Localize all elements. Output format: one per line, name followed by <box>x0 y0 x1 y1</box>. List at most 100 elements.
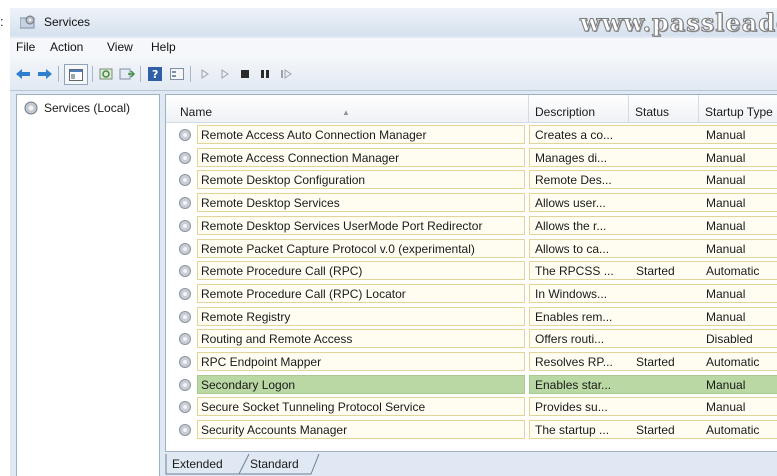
svg-text:?: ? <box>152 68 158 81</box>
service-name: Remote Registry <box>197 306 525 326</box>
column-header-startup-type[interactable]: Startup Type <box>699 95 777 123</box>
service-name: Remote Desktop Configuration <box>197 170 525 190</box>
service-name: Remote Procedure Call (RPC) <box>197 261 525 281</box>
start-service-alt-icon[interactable] <box>218 65 232 83</box>
service-row[interactable]: Remote Procedure Call (RPC) Locator In Wi… <box>166 283 777 305</box>
service-name: Security Accounts Manager <box>197 420 525 440</box>
service-gear-icon <box>179 151 191 164</box>
service-name: Secure Socket Tunneling Protocol Service <box>197 397 525 417</box>
forward-arrow-icon[interactable] <box>36 65 54 83</box>
service-description: Resolves RP... <box>535 355 613 369</box>
service-gear-icon <box>179 242 191 255</box>
service-startup-type: Manual <box>706 128 746 142</box>
help-icon[interactable]: ? <box>146 65 164 83</box>
service-row[interactable]: Secure Socket Tunneling Protocol Service… <box>166 396 777 418</box>
service-row[interactable]: Remote Desktop Services UserMode Port Re… <box>166 215 777 237</box>
menu-view[interactable]: View <box>107 40 133 54</box>
service-description: In Windows... <box>535 286 608 301</box>
column-header-description[interactable]: Description <box>529 95 629 123</box>
back-arrow-icon[interactable] <box>14 65 32 83</box>
service-startup-type: Manual <box>706 196 746 211</box>
service-name: Remote Procedure Call (RPC) Locator <box>197 283 525 303</box>
service-startup-type: Manual <box>706 218 746 233</box>
restart-service-icon[interactable] <box>278 65 294 83</box>
service-name: Remote Desktop Services <box>197 193 525 213</box>
menu-help[interactable]: Help <box>151 40 176 54</box>
toolbar: ? <box>10 58 777 91</box>
service-description: Allows user... <box>535 196 606 211</box>
service-startup-type: Manual <box>706 241 746 256</box>
toolbar-separator <box>58 66 59 82</box>
services-list: Name ▲ Description Status Startup Type R… <box>165 94 777 452</box>
service-startup-type: Manual <box>706 400 746 415</box>
service-startup-type: Automatic <box>706 423 760 438</box>
refresh-icon[interactable] <box>97 65 115 83</box>
service-gear-icon <box>179 174 191 187</box>
service-description: The RPCSS ... <box>535 264 614 279</box>
tab-extended[interactable]: Extended <box>172 454 223 474</box>
start-service-icon[interactable] <box>198 65 212 83</box>
show-hide-tree-icon[interactable] <box>64 64 88 85</box>
pause-service-icon[interactable] <box>258 65 272 83</box>
service-gear-icon <box>179 219 191 232</box>
service-name: Remote Desktop Services UserMode Port Re… <box>197 215 525 235</box>
service-name: Remote Access Connection Manager <box>197 147 525 167</box>
window-title: Services <box>44 15 91 29</box>
service-startup-type: Manual <box>706 286 746 301</box>
service-description: Manages di... <box>535 150 608 165</box>
toolbar-separator <box>190 66 191 82</box>
column-header-name-label: Name <box>180 105 213 119</box>
service-startup-type: Manual <box>706 150 746 165</box>
service-description: Enables rem... <box>535 309 613 324</box>
tree-item-label: Services (Local) <box>44 101 131 115</box>
service-row[interactable]: Remote Access Auto Connection Manager Cre… <box>166 124 777 146</box>
service-startup-type: Manual <box>706 309 746 324</box>
column-header-status-label: Status <box>635 105 670 119</box>
service-row[interactable]: Remote Registry Enables rem... Manual <box>166 306 777 328</box>
service-row[interactable]: Remote Packet Capture Protocol v.0 (expe… <box>166 238 777 260</box>
tab-standard[interactable]: Standard <box>250 454 299 474</box>
service-row[interactable]: Remote Access Connection Manager Manages … <box>166 147 777 169</box>
service-description: The startup ... <box>535 423 610 438</box>
menu-file[interactable]: File <box>16 40 35 54</box>
service-status: Started <box>636 423 675 438</box>
tree-pane: Services (Local) <box>16 94 160 476</box>
service-gear-icon <box>179 129 191 141</box>
services-gear-icon <box>20 15 35 29</box>
stop-service-icon[interactable] <box>238 65 252 83</box>
service-description: Remote Des... <box>535 173 612 188</box>
service-row[interactable]: Secondary Logon Enables star... Manual <box>166 374 777 396</box>
service-description: Offers routi... <box>535 332 605 347</box>
leading-character: : <box>0 14 4 29</box>
menu-action[interactable]: Action <box>50 40 83 54</box>
service-startup-type: Manual <box>706 173 746 188</box>
column-header-name[interactable]: Name ▲ <box>166 95 529 123</box>
menu-bar: File Action View Help <box>10 38 777 58</box>
service-name: Secondary Logon <box>197 374 525 394</box>
service-description: Allows the r... <box>535 218 607 233</box>
title-bar[interactable]: Services www.passleader.com <box>10 8 777 38</box>
service-startup-type: Manual <box>706 377 746 392</box>
tree-item-services-local[interactable]: Services (Local) <box>23 101 130 115</box>
service-gear-icon <box>179 310 191 323</box>
service-gear-icon <box>179 424 191 437</box>
service-row[interactable]: Remote Desktop Services Allows user... Man… <box>166 192 777 214</box>
column-header-description-label: Description <box>535 105 596 119</box>
export-list-icon[interactable] <box>118 65 136 83</box>
service-gear-icon <box>179 333 191 346</box>
properties-icon[interactable] <box>168 65 186 83</box>
service-gear-icon <box>179 265 191 278</box>
service-name: Remote Access Auto Connection Manager <box>197 125 525 144</box>
view-tabs: Extended Standard <box>165 454 777 476</box>
service-row[interactable]: Remote Desktop Configuration Remote Des..… <box>166 169 777 191</box>
service-row[interactable]: Routing and Remote Access Offers routi...… <box>166 328 777 350</box>
column-header-status[interactable]: Status <box>629 95 699 123</box>
service-row[interactable]: Security Accounts Manager The startup ...… <box>166 419 777 441</box>
service-row[interactable]: RPC Endpoint Mapper Resolves RP... Started… <box>166 351 777 373</box>
sort-ascending-icon: ▲ <box>342 108 350 117</box>
service-name: Routing and Remote Access <box>197 329 525 349</box>
service-startup-type: Automatic <box>706 264 760 279</box>
toolbar-separator <box>140 66 141 82</box>
service-row[interactable]: Remote Procedure Call (RPC) The RPCSS ...… <box>166 260 777 282</box>
service-gear-icon <box>179 287 191 300</box>
